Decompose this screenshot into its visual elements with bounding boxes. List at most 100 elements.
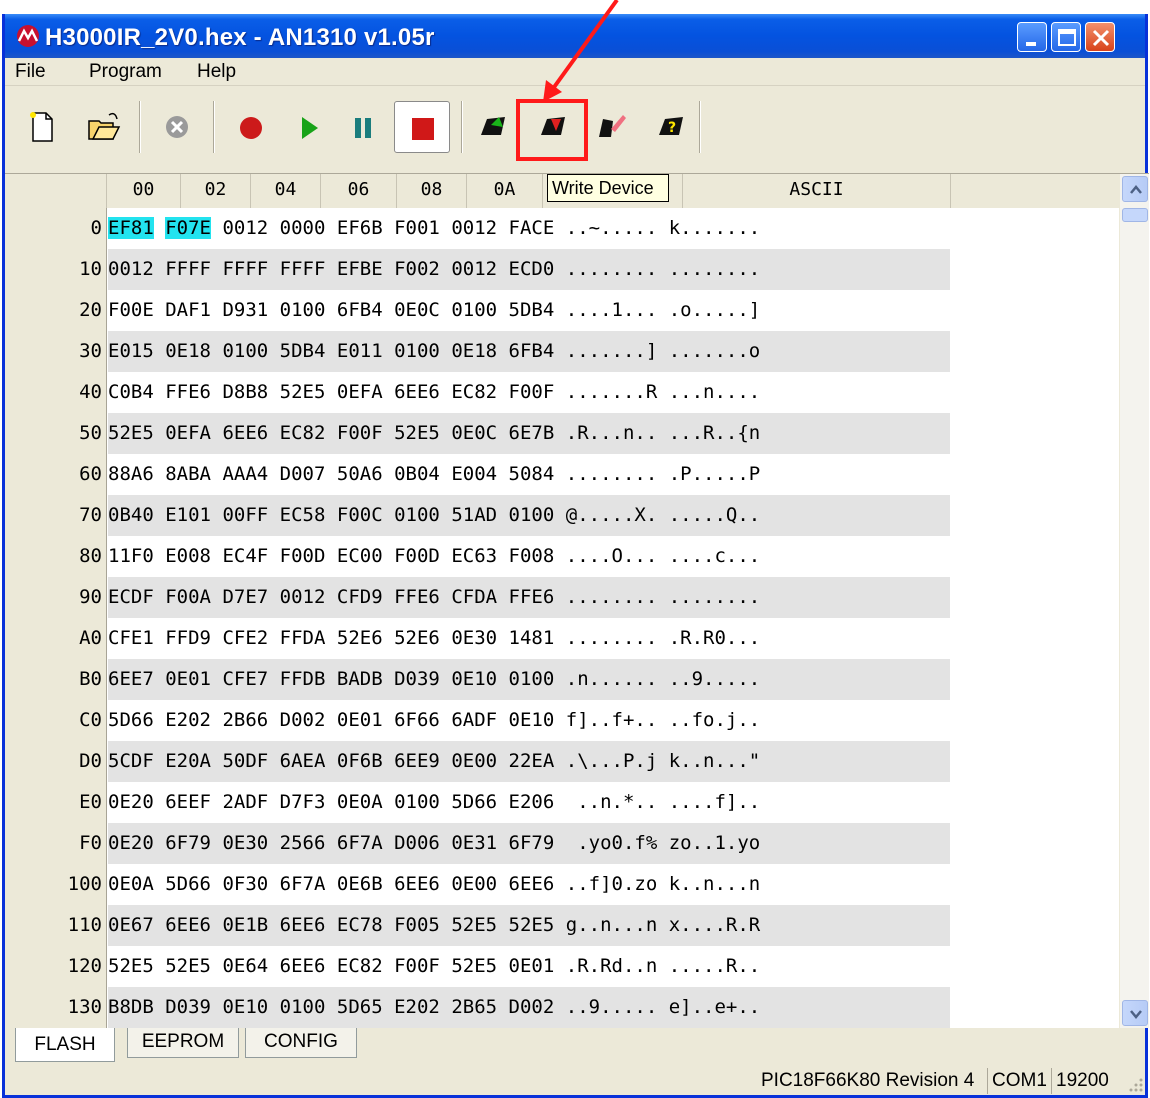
title-bar[interactable]: H3000IR_2V0.hex - AN1310 v1.05r: [5, 14, 1145, 58]
maximize-button[interactable]: [1051, 22, 1081, 52]
hex-cell[interactable]: F005: [394, 914, 440, 936]
scroll-up-button[interactable]: [1122, 176, 1148, 202]
table-row[interactable]: 0 EF81 F07E 0012 0000 EF6B F001 0012 FACE…: [5, 208, 1119, 249]
hex-cell[interactable]: 0E67: [108, 914, 154, 936]
hex-cell[interactable]: 5CDF: [108, 750, 154, 772]
hex-cell[interactable]: E008: [165, 545, 211, 567]
ascii-cell[interactable]: ........ ........: [566, 258, 760, 280]
hex-cell[interactable]: FFFF: [222, 258, 268, 280]
ascii-cell[interactable]: g..n...n x....R.R: [566, 914, 760, 936]
hex-cell[interactable]: 52E5: [394, 422, 440, 444]
scroll-thumb[interactable]: [1122, 208, 1148, 222]
hex-cell[interactable]: E101: [165, 504, 211, 526]
table-row[interactable]: 110 0E67 6EE6 0E1B 6EE6 EC78 F005 52E5 52…: [5, 905, 1119, 946]
hex-cell[interactable]: 5084: [509, 463, 555, 485]
hex-cell[interactable]: EC58: [280, 504, 326, 526]
table-row[interactable]: F0 0E20 6F79 0E30 2566 6F7A D006 0E31 6F7…: [5, 823, 1119, 864]
table-row[interactable]: 40 C0B4 FFE6 D8B8 52E5 0EFA 6EE6 EC82 F00…: [5, 372, 1119, 413]
table-row[interactable]: 50 52E5 0EFA 6EE6 EC82 F00F 52E5 0E0C 6E7…: [5, 413, 1119, 454]
hex-cell[interactable]: E011: [337, 340, 383, 362]
hex-cell[interactable]: FFE6: [394, 586, 440, 608]
hex-cell[interactable]: FFDA: [280, 627, 326, 649]
hex-cell[interactable]: 0EFA: [337, 381, 383, 403]
table-row[interactable]: 80 11F0 E008 EC4F F00D EC00 F00D EC63 F00…: [5, 536, 1119, 577]
hex-cell[interactable]: EC82: [451, 381, 497, 403]
tab-flash[interactable]: FLASH: [15, 1028, 115, 1062]
column-header[interactable]: 0A: [467, 174, 543, 208]
hex-cell[interactable]: D006: [394, 832, 440, 854]
read-device-button[interactable]: [473, 107, 513, 147]
hex-cell[interactable]: 6EE6: [280, 955, 326, 977]
tab-eeprom[interactable]: EEPROM: [127, 1028, 239, 1058]
hex-cell[interactable]: AAA4: [222, 463, 268, 485]
hex-cell[interactable]: 52E5: [509, 914, 555, 936]
table-row[interactable]: B0 6EE7 0E01 CFE7 FFDB BADB D039 0E10 010…: [5, 659, 1119, 700]
hex-cell[interactable]: FFDB: [280, 668, 326, 690]
column-header[interactable]: 02: [181, 174, 251, 208]
hex-cell[interactable]: E004: [451, 463, 497, 485]
hex-cell[interactable]: 0B40: [108, 504, 154, 526]
hex-cell[interactable]: 2B66: [222, 709, 268, 731]
hex-cell[interactable]: 0E10: [451, 668, 497, 690]
hex-cell[interactable]: 6AEA: [280, 750, 326, 772]
hex-cell[interactable]: EC82: [337, 955, 383, 977]
erase-device-button[interactable]: [591, 107, 631, 147]
hex-cell[interactable]: 88A6: [108, 463, 154, 485]
hex-cell[interactable]: 0012: [222, 217, 268, 239]
hex-cell[interactable]: F07E: [165, 217, 211, 239]
hex-cell[interactable]: D7E7: [222, 586, 268, 608]
hex-cell[interactable]: 6F79: [509, 832, 555, 854]
hex-cell[interactable]: 0100: [394, 504, 440, 526]
ascii-cell[interactable]: @.....X. .....Q..: [566, 504, 760, 526]
hex-cell[interactable]: F00D: [280, 545, 326, 567]
hex-cell[interactable]: 50DF: [222, 750, 268, 772]
hex-cell[interactable]: EC63: [451, 545, 497, 567]
hex-cell[interactable]: 5D65: [337, 996, 383, 1018]
hex-cell[interactable]: ECDF: [108, 586, 154, 608]
hex-cell[interactable]: F00E: [108, 299, 154, 321]
hex-cell[interactable]: 52E5: [108, 422, 154, 444]
hex-cell[interactable]: 6EE6: [222, 422, 268, 444]
hex-cell[interactable]: CFE1: [108, 627, 154, 649]
hex-cell[interactable]: 0100: [509, 668, 555, 690]
open-button[interactable]: [83, 107, 123, 147]
hex-cell[interactable]: 0E64: [222, 955, 268, 977]
hex-cell[interactable]: 6EE6: [394, 873, 440, 895]
hex-cell[interactable]: 0E1B: [222, 914, 268, 936]
hex-cell[interactable]: 5D66: [451, 791, 497, 813]
hex-cell[interactable]: F00A: [165, 586, 211, 608]
tab-config[interactable]: CONFIG: [245, 1028, 357, 1058]
hex-cell[interactable]: 6F7A: [280, 873, 326, 895]
column-header[interactable]: 04: [251, 174, 321, 208]
memory-grid[interactable]: 00 02 04 06 08 0A ASCII 0 EF81 F07E 0012 …: [5, 173, 1149, 1028]
close-button[interactable]: [1085, 22, 1115, 52]
ascii-cell[interactable]: ..f]0.zo k..n...n: [566, 873, 760, 895]
table-row[interactable]: D0 5CDF E20A 50DF 6AEA 0F6B 6EE9 0E00 22E…: [5, 741, 1119, 782]
hex-cell[interactable]: 50A6: [337, 463, 383, 485]
hex-cell[interactable]: 0E31: [451, 832, 497, 854]
pause-button[interactable]: [343, 107, 383, 147]
hex-cell[interactable]: 5D66: [165, 873, 211, 895]
vertical-scrollbar[interactable]: [1119, 174, 1149, 1028]
hex-cell[interactable]: D007: [280, 463, 326, 485]
hex-cell[interactable]: F00D: [394, 545, 440, 567]
hex-cell[interactable]: 0100: [394, 340, 440, 362]
table-row[interactable]: 120 52E5 52E5 0E64 6EE6 EC82 F00F 52E5 0E…: [5, 946, 1119, 987]
hex-cell[interactable]: 0E10: [222, 996, 268, 1018]
hex-cell[interactable]: 0000: [280, 217, 326, 239]
ascii-cell[interactable]: .\...P.j k..n...": [566, 750, 760, 772]
hex-cell[interactable]: ECD0: [509, 258, 555, 280]
hex-cell[interactable]: F00F: [509, 381, 555, 403]
hex-cell[interactable]: 0E6B: [337, 873, 383, 895]
hex-cell[interactable]: 51AD: [451, 504, 497, 526]
ascii-cell[interactable]: .......] .......o: [566, 340, 760, 362]
hex-cell[interactable]: 52E5: [165, 955, 211, 977]
hex-cell[interactable]: FFFF: [280, 258, 326, 280]
hex-cell[interactable]: EC4F: [222, 545, 268, 567]
hex-cell[interactable]: CFE7: [222, 668, 268, 690]
table-row[interactable]: 100 0E0A 5D66 0F30 6F7A 0E6B 6EE6 0E00 6E…: [5, 864, 1119, 905]
hex-cell[interactable]: 6F7A: [337, 832, 383, 854]
hex-cell[interactable]: 6EE6: [394, 381, 440, 403]
ascii-cell[interactable]: .n...... ..9.....: [566, 668, 760, 690]
hex-cell[interactable]: 0E20: [108, 791, 154, 813]
